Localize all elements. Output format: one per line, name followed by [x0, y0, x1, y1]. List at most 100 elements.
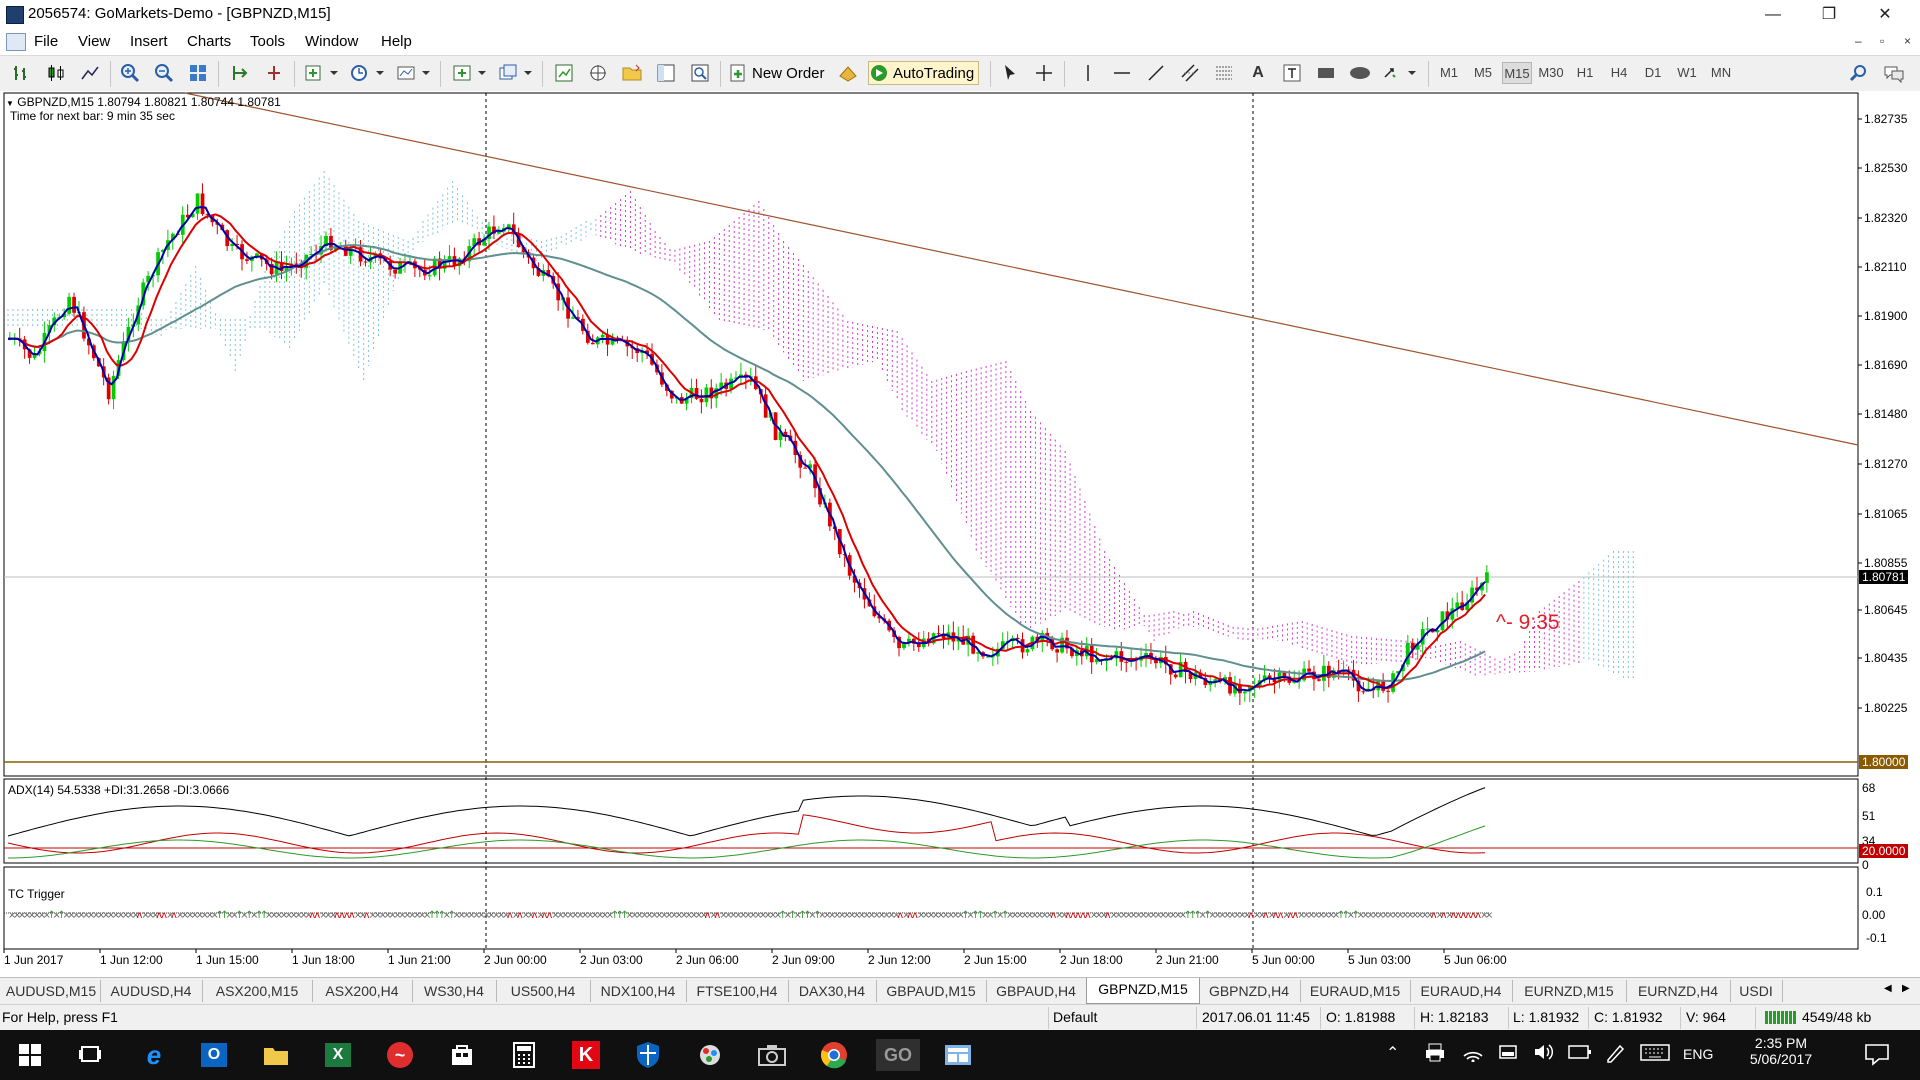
clock[interactable]: 2:35 PM 5/06/2017 — [1746, 1035, 1816, 1067]
gomarkets-taskbar-icon[interactable]: GO — [876, 1039, 920, 1071]
menu-insert[interactable]: Insert — [130, 33, 168, 50]
market-info-icon[interactable] — [836, 62, 860, 84]
folder-icon[interactable] — [620, 62, 644, 84]
menu-tools[interactable]: Tools — [250, 33, 285, 50]
app-paint-icon[interactable] — [694, 1039, 726, 1071]
task-view-icon[interactable] — [74, 1039, 106, 1071]
navigator-icon[interactable] — [586, 62, 610, 84]
chart-tab[interactable]: GBPAUD,M15 — [876, 980, 987, 1002]
power-icon[interactable] — [1568, 1042, 1592, 1065]
timeframe-m1[interactable]: M1 — [1434, 62, 1464, 84]
tab-scroll-right-icon[interactable]: ▶ — [1902, 983, 1910, 994]
indicators-dropdown-icon[interactable] — [302, 62, 342, 84]
menu-file[interactable]: File — [34, 33, 58, 50]
chart-tab[interactable]: US500,H4 — [496, 980, 591, 1002]
equidistant-channel-icon[interactable] — [1178, 62, 1202, 84]
chart-tab[interactable]: AUDUSD,H4 — [100, 980, 203, 1002]
periods-dropdown-icon[interactable] — [348, 62, 388, 84]
app-blue-icon[interactable] — [942, 1039, 974, 1071]
connection-status-icon[interactable] — [1765, 1008, 1799, 1029]
new-order-button[interactable]: New Order — [728, 62, 829, 84]
chart-tab[interactable]: EURNZD,H4 — [1626, 980, 1731, 1002]
start-button-icon[interactable] — [14, 1039, 46, 1071]
calculator-icon[interactable] — [508, 1039, 540, 1071]
chart-window[interactable]: × × × × × × × × ↑ × ↑ × × × × × × × × × × × × × × × ᴧ × × × ᴧ ᴧ × ᴧ × × × × × ×… — [0, 91, 1920, 977]
search-icon[interactable] — [1846, 62, 1870, 84]
app-k-icon[interactable]: K — [570, 1039, 602, 1071]
chart-tab[interactable]: EURNZD,M15 — [1512, 980, 1627, 1002]
price-chart-canvas[interactable]: ××××××××↑×↑×××××××××××××××ᴧ ×××ᴧ ᴧ ×ᴧ ××××××… — [0, 91, 1920, 977]
chart-tab[interactable]: EURAUD,M15 — [1300, 980, 1411, 1002]
volume-icon[interactable] — [1533, 1042, 1555, 1065]
edge-icon[interactable]: e — [138, 1039, 170, 1071]
tray-chevron-up-icon[interactable]: ⌃ — [1386, 1043, 1399, 1063]
timeframe-w1[interactable]: W1 — [1672, 62, 1702, 84]
chart-shift-icon[interactable] — [228, 62, 252, 84]
zoom-out-icon[interactable] — [152, 62, 176, 84]
zoom-in-icon[interactable] — [118, 62, 142, 84]
defender-icon[interactable] — [632, 1039, 664, 1071]
excel-icon[interactable]: X — [322, 1039, 354, 1071]
chart-tab[interactable]: NDX100,H4 — [590, 980, 687, 1002]
rectangle-icon[interactable] — [1314, 62, 1338, 84]
menu-charts[interactable]: Charts — [187, 33, 231, 50]
wifi-icon[interactable] — [1462, 1042, 1484, 1065]
cursor-icon[interactable] — [998, 62, 1022, 84]
arrows-dropdown-icon[interactable] — [1380, 62, 1420, 84]
ellipse-icon[interactable] — [1348, 62, 1372, 84]
chart-tab[interactable]: USDI — [1730, 980, 1783, 1002]
mdi-restore-button[interactable]: ▫ — [1880, 34, 1884, 48]
candlestick-chart-icon[interactable] — [44, 62, 68, 84]
mdi-minimize-button[interactable]: – — [1855, 34, 1862, 48]
chart-tab[interactable]: GBPNZD,M15 — [1086, 978, 1200, 1004]
close-button[interactable]: ✕ — [1862, 0, 1908, 29]
battery-status-icon[interactable] — [1498, 1042, 1520, 1065]
terminal-icon[interactable] — [654, 62, 678, 84]
new-chart-dropdown-icon[interactable] — [450, 62, 490, 84]
menu-view[interactable]: View — [78, 33, 110, 50]
mdi-close-button[interactable]: × — [1904, 34, 1911, 48]
strategy-tester-icon[interactable] — [688, 62, 712, 84]
outlook-icon[interactable]: O — [198, 1039, 230, 1071]
printer-icon[interactable] — [1425, 1042, 1445, 1065]
timeframe-d1[interactable]: D1 — [1638, 62, 1668, 84]
chrome-icon[interactable] — [818, 1039, 850, 1071]
templates-dropdown-icon[interactable] — [394, 62, 434, 84]
language-indicator[interactable]: ENG — [1683, 1046, 1713, 1062]
chart-tab[interactable]: GBPAUD,H4 — [986, 980, 1087, 1002]
horizontal-line-icon[interactable] — [1110, 62, 1134, 84]
trendline-icon[interactable] — [1144, 62, 1168, 84]
chart-tab[interactable]: DAX30,H4 — [788, 980, 877, 1002]
text-label-icon[interactable] — [1280, 62, 1304, 84]
timeframe-m15[interactable]: M15 — [1502, 62, 1532, 84]
keyboard-icon[interactable] — [1640, 1042, 1670, 1065]
timeframe-h4[interactable]: H4 — [1604, 62, 1634, 84]
chart-tab[interactable]: GBPNZD,H4 — [1198, 980, 1301, 1002]
autotrading-button[interactable]: AutoTrading — [868, 61, 980, 85]
timeframe-m30[interactable]: M30 — [1536, 62, 1566, 84]
fibonacci-icon[interactable] — [1212, 62, 1236, 84]
chart-tab[interactable]: FTSE100,H4 — [686, 980, 789, 1002]
pen-icon[interactable] — [1604, 1042, 1626, 1067]
app-red-icon[interactable]: ~ — [384, 1039, 416, 1071]
text-tool-icon[interactable]: A — [1246, 62, 1270, 84]
menu-window[interactable]: Window — [305, 33, 358, 50]
chart-tab[interactable]: EURAUD,H4 — [1410, 980, 1513, 1002]
chart-tab[interactable]: ASX200,H4 — [312, 980, 413, 1002]
profiles-dropdown-icon[interactable] — [496, 62, 536, 84]
crosshair-icon[interactable] — [1032, 62, 1056, 84]
auto-scroll-icon[interactable] — [262, 62, 286, 84]
chart-tab[interactable]: ASX200,M15 — [202, 980, 313, 1002]
minimize-button[interactable]: — — [1750, 0, 1796, 29]
file-explorer-icon[interactable] — [260, 1039, 292, 1071]
chart-window-icon[interactable] — [6, 33, 26, 51]
action-center-icon[interactable] — [1864, 1042, 1890, 1069]
tab-scroll-left-icon[interactable]: ◀ — [1884, 983, 1892, 994]
market-watch-icon[interactable] — [552, 62, 576, 84]
chart-tab[interactable]: WS30,H4 — [412, 980, 497, 1002]
store-icon[interactable] — [446, 1039, 478, 1071]
chat-icon[interactable] — [1882, 62, 1906, 84]
camera-icon[interactable] — [756, 1039, 788, 1071]
timeframe-h1[interactable]: H1 — [1570, 62, 1600, 84]
line-chart-icon[interactable] — [78, 62, 102, 84]
